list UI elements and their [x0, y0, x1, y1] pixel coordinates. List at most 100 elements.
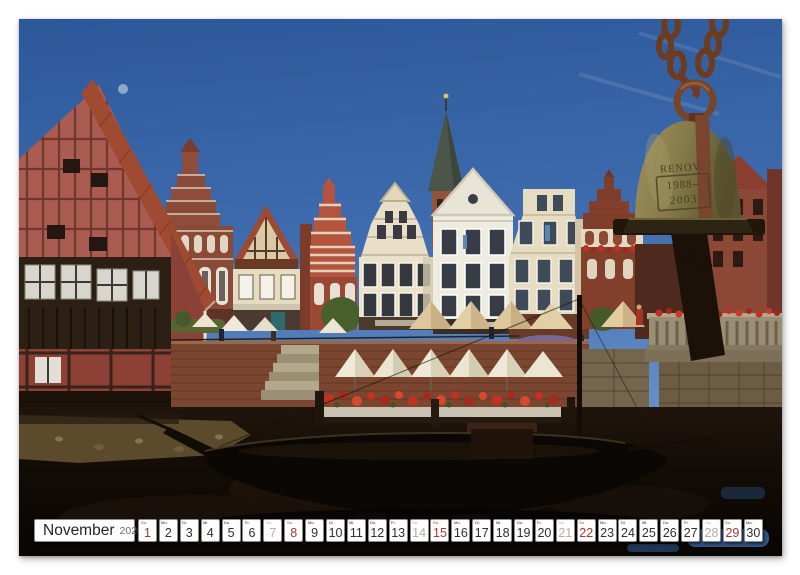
- weekday-label: Di.: [182, 521, 187, 525]
- day-number: 19: [515, 527, 532, 540]
- day-number: 16: [452, 527, 469, 540]
- day-cell-15: So.15: [430, 519, 449, 542]
- day-number: 6: [243, 527, 260, 540]
- day-number: 14: [411, 527, 428, 540]
- day-number: 8: [285, 527, 302, 540]
- weekday-label: Fr.: [391, 521, 396, 525]
- day-number: 24: [619, 527, 636, 540]
- weekday-label: Sa.: [266, 521, 272, 525]
- day-cell-13: Fr. 13: [389, 519, 408, 542]
- weekday-label: Do.: [224, 521, 230, 525]
- day-cell-25: Mi. 25: [639, 519, 658, 542]
- harbour-scene: RENOV. 1988– 2003: [19, 19, 782, 556]
- mooring-pile: [431, 399, 439, 427]
- weekday-label: Mi.: [496, 521, 501, 525]
- day-cell-3: Di. 3: [180, 519, 199, 542]
- weekday-label: Fr.: [537, 521, 542, 525]
- weekday-label: Mi.: [642, 521, 647, 525]
- day-cell-17: Di. 17: [472, 519, 491, 542]
- weekday-label: Mi.: [203, 521, 208, 525]
- bell-inscription-line3: 2003: [670, 193, 699, 207]
- day-number: 2: [160, 527, 177, 540]
- weekday-label: Mo.: [746, 521, 753, 525]
- day-number: 15: [431, 527, 448, 540]
- weekday-label: So.: [287, 521, 293, 525]
- weekday-label: Di.: [475, 521, 480, 525]
- weekday-label: Fr.: [684, 521, 689, 525]
- day-cell-20: Fr. 20: [535, 519, 554, 542]
- day-number: 17: [473, 527, 490, 540]
- day-number: 18: [494, 527, 511, 540]
- bell-inscription-line2: 1988–: [666, 178, 699, 192]
- month-name: November: [43, 523, 115, 539]
- day-number: 9: [306, 527, 323, 540]
- day-cells: So. 1 Mo. 2 Di. 3 Mi. 4 Do. 5 Fr. 6 Sa. 7 So. 8 Mo. 9 Di. 1…: [138, 519, 763, 542]
- day-cell-7: Sa. 7: [263, 519, 282, 542]
- weekday-label: Mo.: [454, 521, 461, 525]
- day-number: 3: [181, 527, 198, 540]
- weekday-label: So.: [725, 521, 731, 525]
- day-number: 25: [640, 527, 657, 540]
- day-cell-5: Do. 5: [222, 519, 241, 542]
- weekday-label: Sa.: [412, 521, 418, 525]
- calendar-page: RENOV. 1988– 2003 November 2026 So.1Mo.2…: [0, 0, 800, 575]
- weekday-label: Di.: [621, 521, 626, 525]
- day-cell-14: Sa. 14: [410, 519, 429, 542]
- day-number: 30: [745, 527, 762, 540]
- moon: [118, 84, 128, 94]
- day-cell-29: So. 29: [723, 519, 742, 542]
- weekday-label: Do.: [663, 521, 669, 525]
- day-number: 1: [139, 527, 156, 540]
- weekday-label: Mo.: [308, 521, 315, 525]
- weekday-label: Fr.: [245, 521, 250, 525]
- weekday-label: Do.: [370, 521, 376, 525]
- day-cell-22: So. 22: [577, 519, 596, 542]
- day-number: 27: [682, 527, 699, 540]
- weekday-label: Sa.: [705, 521, 711, 525]
- day-cell-18: Mi. 18: [493, 519, 512, 542]
- day-cell-6: Fr. 6: [242, 519, 261, 542]
- day-cell-8: So. 8: [284, 519, 303, 542]
- weekday-label: Mo.: [161, 521, 168, 525]
- mooring-pile: [567, 397, 575, 423]
- day-number: 20: [536, 527, 553, 540]
- day-number: 29: [724, 527, 741, 540]
- day-cell-24: Di. 24: [618, 519, 637, 542]
- day-number: 5: [223, 527, 240, 540]
- day-cell-10: Di. 10: [326, 519, 345, 542]
- weekday-label: Sa.: [558, 521, 564, 525]
- day-number: 22: [578, 527, 595, 540]
- day-number: 7: [264, 527, 281, 540]
- day-cell-19: Do. 19: [514, 519, 533, 542]
- day-number: 4: [202, 527, 219, 540]
- day-cell-27: Fr. 27: [681, 519, 700, 542]
- photo: RENOV. 1988– 2003 November 2026 So.1Mo.2…: [19, 19, 782, 556]
- day-cell-4: Mi. 4: [201, 519, 220, 542]
- weekday-label: Di.: [329, 521, 334, 525]
- weekday-label: Mi.: [349, 521, 354, 525]
- day-number: 21: [557, 527, 574, 540]
- day-number: 10: [327, 527, 344, 540]
- weekday-label: Do.: [517, 521, 523, 525]
- day-cell-9: Mo. 9: [305, 519, 324, 542]
- day-number: 11: [348, 527, 365, 540]
- day-number: 26: [661, 527, 678, 540]
- weekday-label: Mo.: [600, 521, 607, 525]
- weekday-label: So.: [141, 521, 147, 525]
- wooden-warehouse: [19, 257, 171, 419]
- day-cell-11: Mi. 11: [347, 519, 366, 542]
- day-number: 13: [390, 527, 407, 540]
- day-cell-12: Do. 12: [368, 519, 387, 542]
- day-number: 23: [599, 527, 616, 540]
- weekday-label: So.: [579, 521, 585, 525]
- day-cell-23: Mo. 23: [598, 519, 617, 542]
- day-number: 28: [703, 527, 720, 540]
- day-cell-30: Mo. 30: [744, 519, 763, 542]
- calendar-strip: November 2026 So.1Mo.2Di.3Mi.4Do.5Fr.6Sa…: [19, 519, 782, 542]
- day-cell-26: Do. 26: [660, 519, 679, 542]
- month-box: November 2026: [34, 519, 135, 542]
- day-cell-16: Mo. 16: [451, 519, 470, 542]
- day-number: 12: [369, 527, 386, 540]
- mooring-pile: [315, 391, 324, 425]
- day-cell-2: Mo. 2: [159, 519, 178, 542]
